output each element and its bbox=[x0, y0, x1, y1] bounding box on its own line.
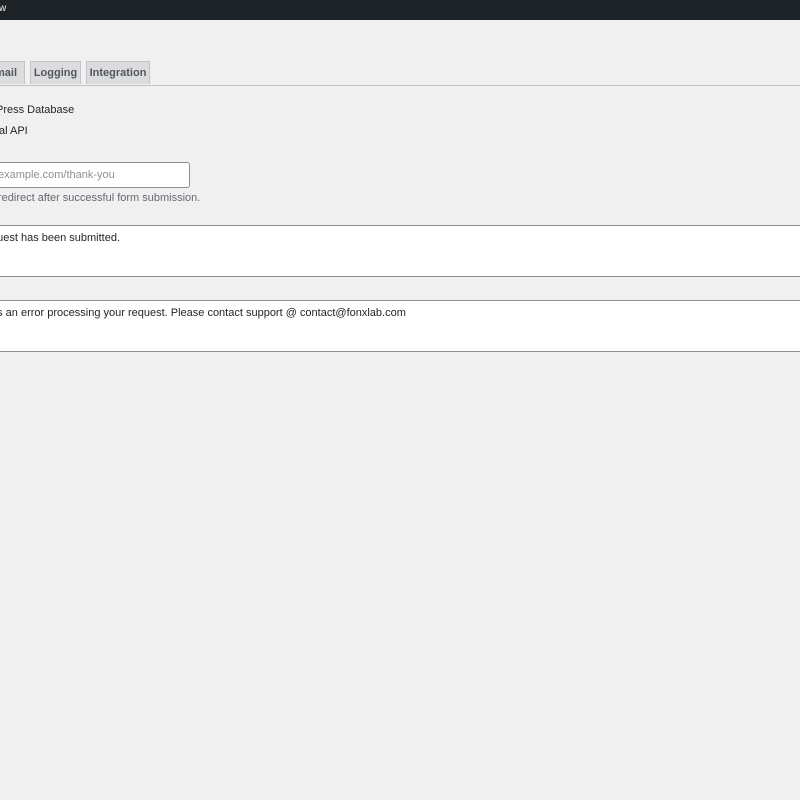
redirect-url-input[interactable] bbox=[0, 162, 190, 188]
tab-logging[interactable]: Logging bbox=[30, 61, 81, 84]
storage-option-external-api[interactable]: al API bbox=[0, 124, 28, 138]
redirect-help-text: redirect after successful form submissio… bbox=[0, 192, 201, 204]
admin-bar-title[interactable]: w bbox=[0, 3, 6, 15]
settings-tab-bar: mail Logging Integration bbox=[0, 61, 800, 86]
tab-integration[interactable]: Integration bbox=[86, 61, 150, 84]
storage-option-wordpress-database[interactable]: Press Database bbox=[0, 103, 74, 117]
success-message-textarea[interactable]: quest has been submitted. bbox=[0, 225, 800, 277]
tab-email[interactable]: mail bbox=[0, 61, 25, 84]
error-message-textarea[interactable]: as an error processing your request. Ple… bbox=[0, 300, 800, 352]
admin-top-bar: w bbox=[0, 0, 800, 20]
